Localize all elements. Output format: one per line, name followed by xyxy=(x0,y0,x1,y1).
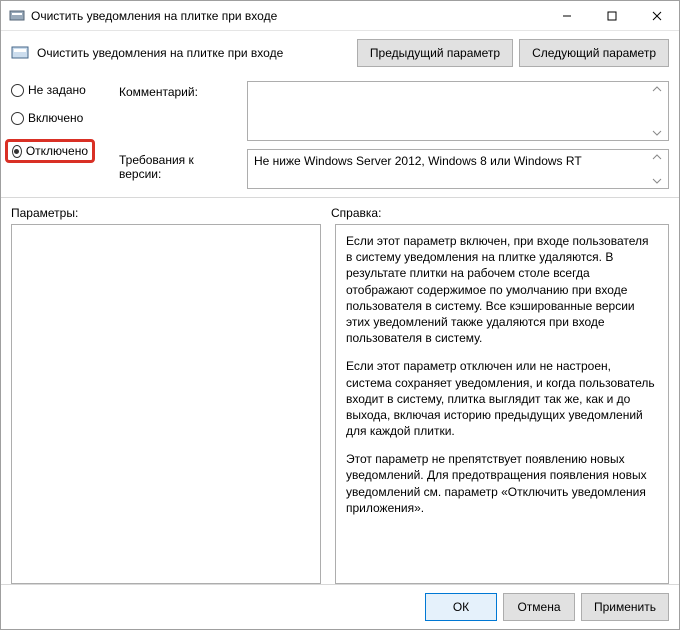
radio-disabled[interactable]: Отключено xyxy=(12,144,88,158)
comment-field[interactable] xyxy=(247,81,669,141)
window-frame: Очистить уведомления на плитке при входе… xyxy=(0,0,680,630)
requirements-label: Требования к версии: xyxy=(119,149,239,181)
window-title: Очистить уведомления на плитке при входе xyxy=(31,9,544,23)
chevron-up-icon xyxy=(652,152,662,162)
chevron-down-icon xyxy=(652,128,662,138)
scrollbar[interactable] xyxy=(652,84,666,138)
radio-not-configured[interactable]: Не задано xyxy=(11,83,107,97)
panels: Если этот параметр включен, при входе по… xyxy=(1,224,679,584)
minimize-button[interactable] xyxy=(544,1,589,30)
radio-icon xyxy=(11,84,24,97)
previous-setting-button[interactable]: Предыдущий параметр xyxy=(357,39,513,67)
ok-button[interactable]: ОК xyxy=(425,593,497,621)
requirements-value: Не ниже Windows Server 2012, Windows 8 и… xyxy=(254,154,582,168)
radio-icon xyxy=(12,145,22,158)
highlight-annotation: Отключено xyxy=(5,139,95,163)
policy-icon xyxy=(11,44,29,62)
scrollbar[interactable] xyxy=(652,152,666,186)
radio-enabled[interactable]: Включено xyxy=(11,111,107,125)
config-area: Не задано Включено Отключено Комментарий… xyxy=(1,75,679,198)
policy-title: Очистить уведомления на плитке при входе xyxy=(37,46,349,60)
radio-label: Отключено xyxy=(26,144,88,158)
footer: ОК Отмена Применить xyxy=(1,584,679,629)
options-panel xyxy=(11,224,321,584)
toolbar: Очистить уведомления на плитке при входе… xyxy=(1,31,679,75)
close-button[interactable] xyxy=(634,1,679,30)
help-panel: Если этот параметр включен, при входе по… xyxy=(335,224,669,584)
requirements-field[interactable]: Не ниже Windows Server 2012, Windows 8 и… xyxy=(247,149,669,189)
next-setting-button[interactable]: Следующий параметр xyxy=(519,39,669,67)
comment-label: Комментарий: xyxy=(119,81,239,99)
help-label: Справка: xyxy=(331,206,669,220)
window-buttons xyxy=(544,1,679,30)
apply-button[interactable]: Применить xyxy=(581,593,669,621)
options-label: Параметры: xyxy=(11,206,331,220)
help-paragraph: Этот параметр не препятствует появлению … xyxy=(346,451,658,516)
radio-label: Не задано xyxy=(28,83,86,97)
cancel-button[interactable]: Отмена xyxy=(503,593,575,621)
chevron-down-icon xyxy=(652,176,662,186)
titlebar: Очистить уведомления на плитке при входе xyxy=(1,1,679,31)
help-paragraph: Если этот параметр отключен или не настр… xyxy=(346,358,658,439)
app-icon xyxy=(9,8,25,24)
maximize-button[interactable] xyxy=(589,1,634,30)
radio-icon xyxy=(11,112,24,125)
state-radios: Не задано Включено Отключено xyxy=(11,79,107,189)
radio-label: Включено xyxy=(28,111,83,125)
chevron-up-icon xyxy=(652,84,662,94)
panel-labels: Параметры: Справка: xyxy=(1,198,679,224)
help-paragraph: Если этот параметр включен, при входе по… xyxy=(346,233,658,346)
